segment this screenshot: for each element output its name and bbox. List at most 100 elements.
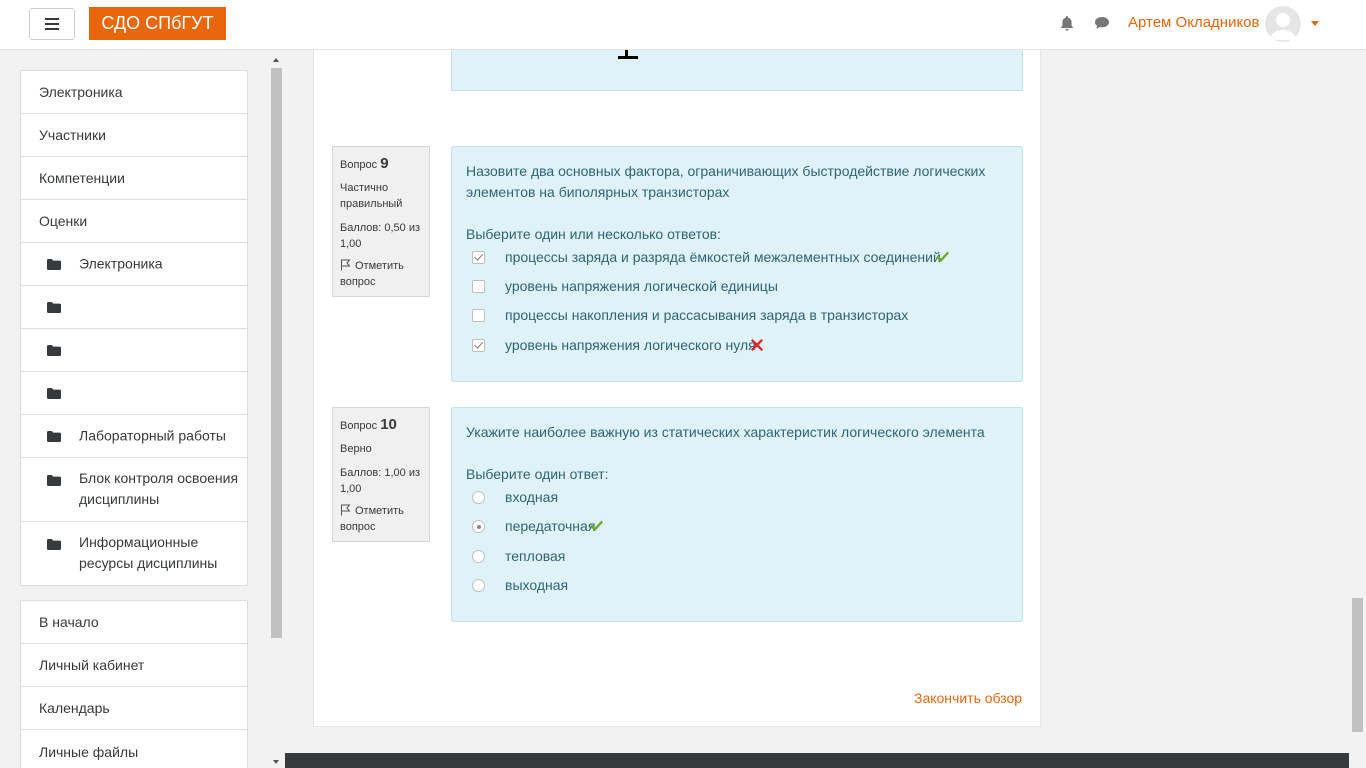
sidebar-course-item[interactable]: Электроника	[21, 71, 247, 114]
sidebar-course-item[interactable]: Оценки	[21, 200, 247, 243]
flag-question-link[interactable]: Отметить вопрос	[340, 258, 422, 290]
sidebar-course-item[interactable]	[21, 286, 247, 329]
answer-text: уровень напряжения логической единицы	[505, 278, 778, 294]
drawer-scroll-thumb[interactable]	[271, 68, 282, 638]
answer-text: передаточная	[505, 518, 596, 534]
scroll-down-arrow-icon[interactable]	[273, 760, 279, 764]
sidebar-item-label: Оценки	[39, 213, 88, 229]
answer-text: входная	[505, 489, 559, 505]
sidebar-site-item[interactable]: Личный кабинет	[21, 644, 247, 687]
radio-button[interactable]	[472, 550, 485, 563]
finish-review-link[interactable]: Закончить обзор	[914, 690, 1022, 706]
sidebar-course-item[interactable]: Блок контроля освоения дисциплины	[21, 458, 247, 522]
checkbox[interactable]	[472, 309, 485, 322]
sidebar-item-label: Компетенции	[39, 170, 125, 186]
answer-label: тепловая	[505, 548, 565, 564]
answer-label: процессы накопления и рассасывания заряд…	[505, 307, 908, 323]
question-box-9: Назовите два основных фактора, ограничив…	[451, 146, 1023, 382]
hamburger-icon	[45, 18, 59, 30]
sidebar-item-label: Личный кабинет	[39, 657, 145, 673]
folder-icon	[47, 388, 61, 399]
flag-question-link[interactable]: Отметить вопрос	[340, 503, 422, 535]
answer-label: выходная	[505, 577, 568, 593]
site-brand[interactable]: СДО СПбГУТ	[89, 7, 226, 40]
sidebar-item-label: Электроника	[79, 255, 163, 272]
question-box-10: Укажите наиболее важную из статических х…	[451, 407, 1023, 622]
checkbox[interactable]	[472, 251, 485, 264]
answer-text: тепловая	[505, 548, 566, 564]
sidebar-site-item[interactable]: Личные файлы	[21, 730, 247, 768]
flag-icon	[341, 259, 351, 271]
answer-label: входная	[505, 489, 558, 505]
question-number: Вопрос 9	[340, 155, 389, 172]
answer-text: процессы накопления и рассасывания заряд…	[505, 307, 909, 323]
checkbox[interactable]	[472, 280, 485, 293]
user-menu-name[interactable]: Артем Окладников	[1128, 14, 1260, 31]
folder-icon	[47, 431, 61, 442]
chat-icon[interactable]	[1093, 14, 1111, 32]
menu-toggle-button[interactable]	[29, 8, 75, 40]
sidebar-item-label: Участники	[39, 127, 106, 143]
sidebar-course-item[interactable]	[21, 372, 247, 415]
question-info-10: Вопрос 10 Верно Баллов: 1,00 из 1,00 Отм…	[332, 407, 430, 542]
sidebar-site-item[interactable]: Календарь	[21, 687, 247, 730]
page-scroll-thumb[interactable]	[1352, 598, 1363, 732]
sidebar-item-label: Личные файлы	[39, 743, 139, 760]
question-state: Частично правильный	[340, 182, 403, 210]
cross-icon	[750, 339, 763, 351]
check-icon	[935, 251, 949, 262]
previous-question-box	[451, 50, 1023, 91]
question-number: Вопрос 10	[340, 416, 397, 433]
sidebar-item-label: Электроника	[39, 84, 123, 100]
scroll-up-arrow-icon[interactable]	[273, 58, 279, 62]
sidebar-item-label: Лабораторный работы	[79, 427, 226, 444]
sidebar-item-label: Календарь	[39, 700, 110, 716]
user-menu-caret-icon[interactable]	[1311, 21, 1319, 26]
sidebar-site-item[interactable]: В начало	[21, 601, 247, 644]
question-info-9: Вопрос 9 Частично правильный Баллов: 0,5…	[332, 146, 430, 297]
answer-label: передаточная	[505, 518, 604, 534]
answer-text: выходная	[505, 577, 569, 593]
answer-prompt: Выберите один или несколько ответов:	[466, 226, 721, 242]
checkbox[interactable]	[472, 339, 485, 352]
question-text: Укажите наиболее важную из статических х…	[466, 424, 985, 440]
radio-button[interactable]	[472, 520, 485, 533]
sidebar-item-label: Блок контроля освоения дисциплины	[79, 470, 239, 507]
flag-icon	[341, 504, 351, 516]
answer-prompt: Выберите один ответ:	[466, 466, 609, 482]
avatar-icon[interactable]	[1265, 6, 1301, 42]
folder-icon	[47, 259, 61, 270]
question-grade: Баллов: 1,00 из 1,00	[340, 467, 421, 495]
sidebar-item-label: В начало	[39, 614, 99, 630]
page-footer	[285, 753, 1349, 768]
folder-icon	[47, 475, 61, 486]
sidebar-course-item[interactable]: Электроника	[21, 243, 247, 286]
site-nav-block: В начало Личный кабинет Календарь Личные фа…	[20, 600, 248, 768]
folder-icon	[47, 302, 61, 313]
folder-icon	[47, 345, 61, 356]
answer-text: уровень напряжения логического нуля	[505, 337, 756, 353]
radio-button[interactable]	[472, 491, 485, 504]
check-icon	[590, 520, 604, 531]
question-text: Назовите два основных фактора, ограничив…	[466, 163, 986, 200]
course-nav-block: Электроника Участники Компетенции Оценки Эле…	[20, 70, 248, 586]
top-navbar: СДО СПбГУТ Артем Окладников	[0, 0, 1366, 50]
sidebar-course-item[interactable]	[21, 329, 247, 372]
page-scrollbar[interactable]	[1349, 50, 1366, 768]
answer-label: уровень напряжения логического нуля	[505, 337, 764, 353]
sidebar-course-item[interactable]: Компетенции	[21, 157, 247, 200]
nav-drawer: Электроника Участники Компетенции Оценки Эле…	[0, 50, 285, 768]
sidebar-course-item[interactable]: Информационные ресурсы дисциплины	[21, 522, 247, 585]
sidebar-item-label: Информационные ресурсы дисциплины	[79, 534, 218, 571]
drawer-scrollbar[interactable]	[270, 58, 283, 768]
question-state: Верно	[340, 443, 372, 455]
folder-icon	[47, 539, 61, 550]
question-grade: Баллов: 0,50 из 1,00	[340, 222, 421, 250]
answer-label: процессы заряда и разряда ёмкостей межэл…	[505, 249, 949, 265]
sidebar-course-item[interactable]: Лабораторный работы	[21, 415, 247, 458]
answer-text: процессы заряда и разряда ёмкостей межэл…	[505, 249, 941, 265]
bell-icon[interactable]	[1058, 14, 1076, 32]
radio-button[interactable]	[472, 579, 485, 592]
sidebar-course-item[interactable]: Участники	[21, 114, 247, 157]
answer-label: уровень напряжения логической единицы	[505, 278, 778, 294]
